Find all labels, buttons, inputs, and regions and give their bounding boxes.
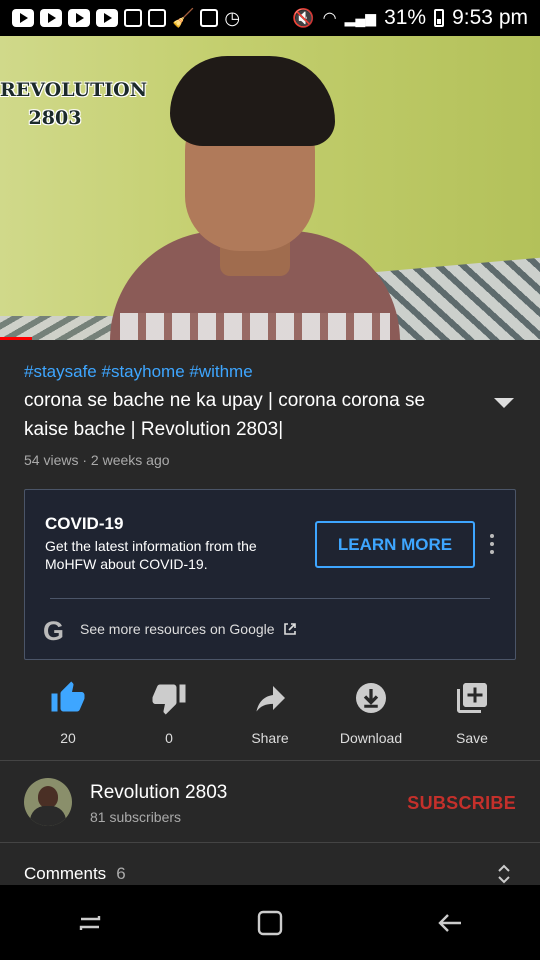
youtube-icon <box>40 9 62 27</box>
covid-description: Get the latest information from the MoHF… <box>45 538 257 572</box>
download-button[interactable]: Download <box>325 680 417 746</box>
broom-icon: 🧹 <box>172 7 195 28</box>
video-title[interactable]: corona se bache ne ka upay | corona coro… <box>24 386 464 444</box>
youtube-icon <box>12 9 34 27</box>
image-icon <box>148 9 166 27</box>
channel-watermark: REVOLUTION 2803 <box>0 79 148 129</box>
dislike-count: 0 <box>165 730 173 746</box>
battery-percent: 31% <box>384 6 427 29</box>
divider <box>0 760 540 761</box>
covid-info-panel: COVID-19 Get the latest information from… <box>24 489 516 660</box>
save-label: Save <box>456 730 488 746</box>
like-count: 20 <box>60 730 76 746</box>
google-resources-link[interactable]: See more resources on Google <box>80 621 297 637</box>
expand-description-icon[interactable] <box>494 398 514 408</box>
home-icon[interactable] <box>253 906 287 940</box>
share-icon <box>256 686 285 712</box>
user-badge-icon <box>124 9 142 27</box>
download-label: Download <box>339 730 403 746</box>
signal-icon: ▂▄▆ <box>344 9 377 26</box>
divider <box>50 598 490 599</box>
thumbs-up-icon <box>51 681 85 712</box>
back-icon[interactable] <box>433 906 467 940</box>
action-row: 20 0 Share Download Save <box>22 680 518 746</box>
share-label: Share <box>251 730 289 746</box>
channel-avatar[interactable] <box>24 778 72 826</box>
clock-time: 9:53 pm <box>452 6 528 29</box>
system-nav-bar <box>0 885 540 960</box>
wifi-icon: ◠ <box>322 10 337 27</box>
dislike-button[interactable]: 0 <box>123 680 215 746</box>
notification-icons: 🧹 ◷ <box>12 8 240 29</box>
battery-icon <box>434 9 445 27</box>
more-options-icon[interactable] <box>489 534 495 554</box>
youtube-icon <box>68 9 90 27</box>
channel-name[interactable]: Revolution 2803 <box>90 782 227 804</box>
channel-row[interactable]: Revolution 2803 81 subscribers SUBSCRIBE <box>24 778 516 826</box>
video-player[interactable]: REVOLUTION 2803 <box>0 36 540 340</box>
external-link-icon <box>283 623 296 635</box>
download-icon <box>356 683 386 713</box>
resources-label: See more resources on Google <box>80 621 275 637</box>
user-badge-icon <box>200 9 219 27</box>
subscribe-button[interactable]: SUBSCRIBE <box>407 793 516 814</box>
clock-icon: ◷ <box>224 7 241 28</box>
share-button[interactable]: Share <box>224 680 316 746</box>
learn-more-button[interactable]: LEARN MORE <box>315 521 475 568</box>
google-icon: G <box>43 616 65 646</box>
expand-comments-icon[interactable] <box>496 862 512 886</box>
save-button[interactable]: Save <box>426 680 518 746</box>
video-meta: 54 views · 2 weeks ago <box>24 452 170 468</box>
video-progress-bar[interactable] <box>0 337 33 340</box>
divider <box>0 842 540 843</box>
recent-apps-icon[interactable] <box>73 906 107 940</box>
comments-count: 6 <box>116 864 126 883</box>
thumbs-down-icon <box>152 684 186 715</box>
video-person <box>170 56 335 146</box>
status-bar: 🧹 ◷ 🔇 ◠ ▂▄▆ 31% 9:53 pm <box>0 0 540 36</box>
mute-icon: 🔇 <box>292 7 315 28</box>
save-playlist-icon <box>457 683 487 713</box>
hashtags[interactable]: #staysafe #stayhome #withme <box>24 362 253 382</box>
youtube-icon <box>96 9 118 27</box>
comments-label: Comments <box>24 864 107 883</box>
subscriber-count: 81 subscribers <box>90 809 182 825</box>
like-button[interactable]: 20 <box>22 680 114 746</box>
covid-title: COVID-19 <box>45 514 124 533</box>
comments-header[interactable]: Comments 6 <box>24 864 126 884</box>
